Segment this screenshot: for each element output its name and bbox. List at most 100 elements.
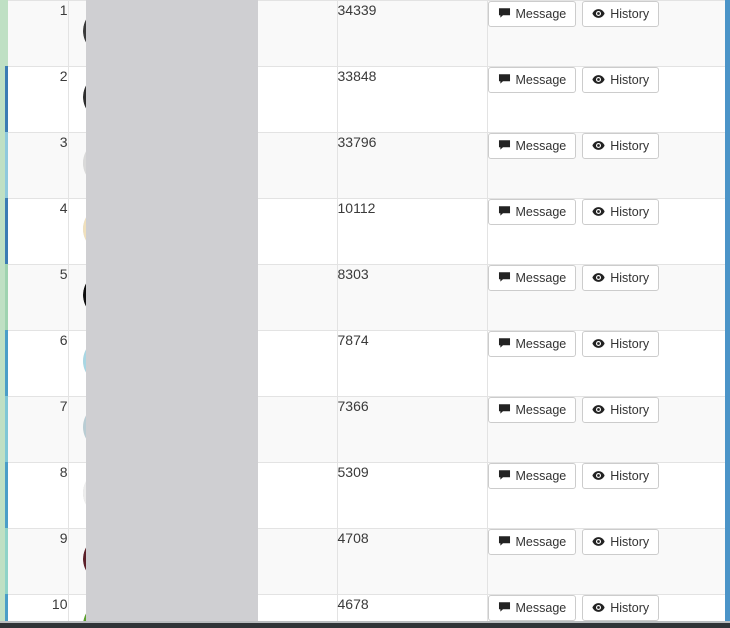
count-value: 5309 bbox=[337, 464, 369, 480]
count-value: 10112 bbox=[337, 200, 376, 216]
avatar-accent bbox=[94, 28, 131, 55]
message-button[interactable]: Message bbox=[487, 529, 577, 555]
table-row[interactable]: 8 5309 Message History bbox=[5, 462, 725, 529]
table-row[interactable]: 5 8303 Message History bbox=[5, 264, 725, 331]
table-viewport: 1 34339 Message History 2 33848 Message History… bbox=[0, 0, 730, 628]
message-button[interactable]: Message bbox=[487, 199, 577, 225]
row-status-indicator bbox=[5, 396, 8, 463]
history-button[interactable]: History bbox=[582, 529, 660, 555]
message-button-label: Message bbox=[515, 601, 567, 615]
message-button[interactable]: Message bbox=[487, 331, 577, 357]
rank-value: 9 bbox=[59, 530, 68, 546]
rank-cell: 6 bbox=[5, 330, 69, 397]
avatar-accent bbox=[94, 292, 131, 319]
count-value: 4678 bbox=[337, 596, 369, 612]
count-cell: 4708 bbox=[337, 528, 488, 595]
table-scroll-area[interactable]: 1 34339 Message History 2 33848 Message History… bbox=[5, 0, 725, 621]
actions-cell: Message History bbox=[487, 198, 725, 265]
comment-icon bbox=[498, 535, 511, 548]
table-row[interactable]: 2 33848 Message History bbox=[5, 66, 725, 133]
count-value: 7366 bbox=[337, 398, 369, 414]
history-button[interactable]: History bbox=[582, 67, 660, 93]
rank-cell: 7 bbox=[5, 396, 69, 463]
message-button-label: Message bbox=[515, 7, 567, 21]
message-button[interactable]: Message bbox=[487, 463, 577, 489]
message-button[interactable]: Message bbox=[487, 265, 577, 291]
rank-value: 2 bbox=[59, 68, 68, 84]
user-cell[interactable] bbox=[68, 462, 338, 529]
avatar bbox=[82, 535, 131, 583]
history-button[interactable]: History bbox=[582, 199, 660, 225]
row-status-indicator bbox=[5, 528, 8, 595]
user-cell[interactable] bbox=[68, 198, 338, 265]
row-status-indicator bbox=[5, 198, 8, 265]
actions-cell: Message History bbox=[487, 594, 725, 621]
eye-icon bbox=[592, 469, 605, 482]
history-button[interactable]: History bbox=[582, 331, 660, 357]
eye-icon bbox=[592, 535, 605, 548]
eye-icon bbox=[592, 601, 605, 614]
rank-cell: 8 bbox=[5, 462, 69, 529]
table-row[interactable]: 4 10112 Message History bbox=[5, 198, 725, 265]
user-cell[interactable] bbox=[68, 66, 338, 133]
user-cell[interactable] bbox=[68, 528, 338, 595]
message-button[interactable]: Message bbox=[487, 397, 577, 423]
table-row[interactable]: 3 33796 Message History bbox=[5, 132, 725, 199]
count-cell: 4678 bbox=[337, 594, 488, 621]
table-row[interactable]: 10 4678 Message History bbox=[5, 594, 725, 621]
comment-icon bbox=[498, 601, 511, 614]
actions-cell: Message History bbox=[487, 528, 725, 595]
table-row[interactable]: 9 4708 Message History bbox=[5, 528, 725, 595]
table-row[interactable]: 1 34339 Message History bbox=[5, 0, 725, 67]
message-button-label: Message bbox=[515, 271, 567, 285]
count-cell: 5309 bbox=[337, 462, 488, 529]
rank-value: 6 bbox=[59, 332, 68, 348]
user-cell[interactable] bbox=[68, 132, 338, 199]
rank-value: 10 bbox=[51, 596, 68, 612]
user-identity bbox=[69, 463, 337, 528]
message-button-label: Message bbox=[515, 337, 567, 351]
actions-cell: Message History bbox=[487, 396, 725, 463]
history-button[interactable]: History bbox=[582, 463, 660, 489]
row-status-indicator bbox=[5, 462, 8, 529]
avatar-accent bbox=[94, 226, 131, 253]
message-button[interactable]: Message bbox=[487, 133, 577, 159]
row-status-indicator bbox=[5, 330, 8, 397]
message-button[interactable]: Message bbox=[487, 1, 577, 27]
rank-value: 3 bbox=[59, 134, 68, 150]
user-cell[interactable] bbox=[68, 396, 338, 463]
count-cell: 8303 bbox=[337, 264, 488, 331]
message-button[interactable]: Message bbox=[487, 67, 577, 93]
message-button-label: Message bbox=[515, 535, 567, 549]
user-cell[interactable] bbox=[68, 264, 338, 331]
table-row[interactable]: 7 7366 Message History bbox=[5, 396, 725, 463]
user-cell[interactable] bbox=[68, 594, 338, 621]
rank-value: 1 bbox=[59, 2, 68, 18]
avatar bbox=[82, 469, 131, 517]
user-cell[interactable] bbox=[68, 0, 338, 67]
avatar bbox=[82, 139, 131, 187]
history-button[interactable]: History bbox=[582, 397, 660, 423]
comment-icon bbox=[498, 271, 511, 284]
rank-value: 4 bbox=[59, 200, 68, 216]
history-button[interactable]: History bbox=[582, 265, 660, 291]
history-button[interactable]: History bbox=[582, 133, 660, 159]
eye-icon bbox=[592, 337, 605, 350]
history-button[interactable]: History bbox=[582, 595, 660, 621]
user-identity bbox=[69, 265, 337, 330]
rank-cell: 5 bbox=[5, 264, 69, 331]
message-button-label: Message bbox=[515, 403, 567, 417]
history-button[interactable]: History bbox=[582, 1, 660, 27]
message-button-label: Message bbox=[515, 469, 567, 483]
avatar bbox=[82, 7, 131, 55]
user-identity bbox=[69, 133, 337, 198]
message-button[interactable]: Message bbox=[487, 595, 577, 621]
history-button-label: History bbox=[610, 469, 650, 483]
count-value: 8303 bbox=[337, 266, 369, 282]
rank-value: 7 bbox=[59, 398, 68, 414]
rank-value: 5 bbox=[59, 266, 68, 282]
table-row[interactable]: 6 7874 Message History bbox=[5, 330, 725, 397]
count-value: 34339 bbox=[337, 2, 377, 18]
row-status-indicator bbox=[5, 132, 8, 199]
user-cell[interactable] bbox=[68, 330, 338, 397]
